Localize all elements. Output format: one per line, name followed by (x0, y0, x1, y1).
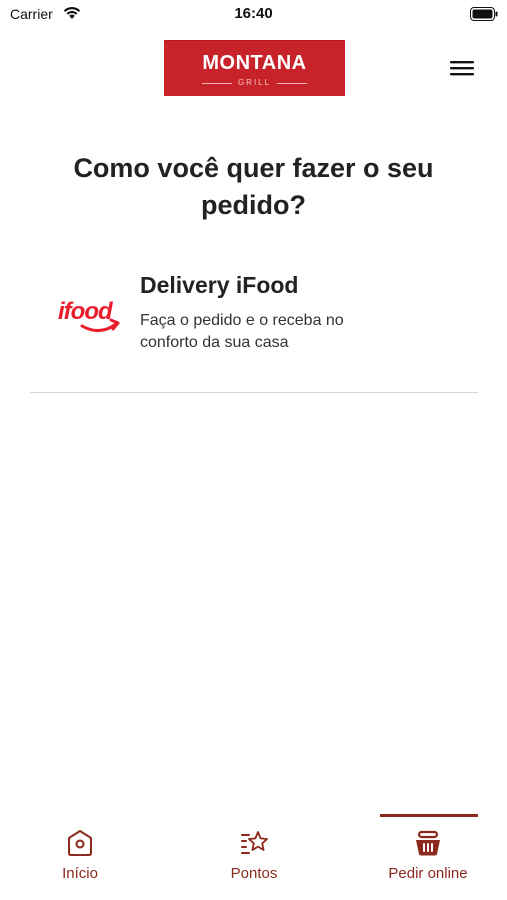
logo-title: MONTANA (202, 52, 307, 74)
tab-pedir-online[interactable]: Pedir online (348, 814, 507, 894)
home-icon (68, 830, 92, 856)
logo-line-right (277, 83, 307, 84)
status-time: 16:40 (234, 5, 273, 22)
bottom-tab-bar: Início Pontos Pedir online (0, 814, 507, 900)
option-title: Delivery iFood (140, 272, 299, 298)
logo-subtitle: GRILL (237, 78, 272, 87)
logo-subtitle-wrap: GRILL (164, 78, 345, 88)
status-bar: Carrier 16:40 (0, 0, 507, 30)
ifood-logo-text: ifood (58, 298, 114, 325)
app-header: MONTANA GRILL (0, 38, 507, 98)
tab-inicio[interactable]: Início (0, 814, 160, 894)
tab-label-pontos: Pontos (230, 865, 278, 882)
montana-grill-logo: MONTANA GRILL (164, 40, 345, 96)
basket-icon (416, 830, 440, 856)
battery-icon (470, 7, 498, 21)
option-description: Faça o pedido e o receba no conforto da … (140, 312, 344, 351)
option-divider (30, 392, 478, 393)
tab-pontos[interactable]: Pontos (174, 814, 334, 894)
tab-label-pedir-online: Pedir online (388, 865, 468, 882)
points-star-icon (241, 831, 268, 854)
ifood-logo-icon: ifood (58, 298, 120, 332)
tab-label-inicio: Início (62, 865, 98, 882)
hamburger-menu-icon[interactable] (447, 56, 477, 80)
delivery-ifood-option[interactable]: ifood Delivery iFood Faça o pedido e o r… (30, 262, 478, 394)
page-title: Como você quer fazer o seu pedido? (73, 153, 434, 220)
